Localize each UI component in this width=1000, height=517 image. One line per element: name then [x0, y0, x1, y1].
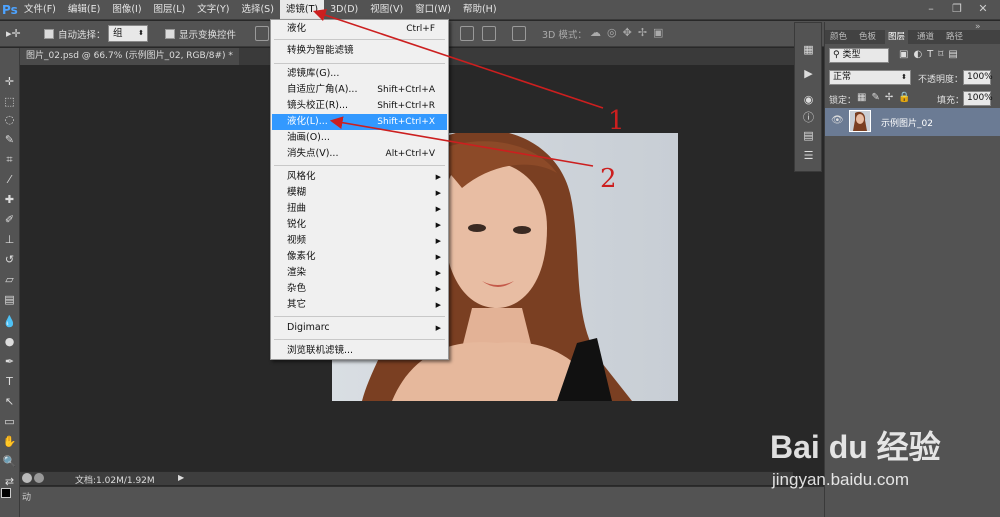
annotation-number-1: 1 [608, 106, 625, 136]
watermark-url: jingyan.baidu.com [772, 470, 910, 489]
annotation-arrow-1 [312, 8, 604, 109]
watermark-brand: Bai du 经验 [770, 429, 941, 465]
annotation-number-2: 2 [600, 164, 617, 194]
baidu-watermark: Bai du 经验 jingyan.baidu.com [770, 408, 950, 498]
annotation-arrow-2 [329, 116, 594, 167]
